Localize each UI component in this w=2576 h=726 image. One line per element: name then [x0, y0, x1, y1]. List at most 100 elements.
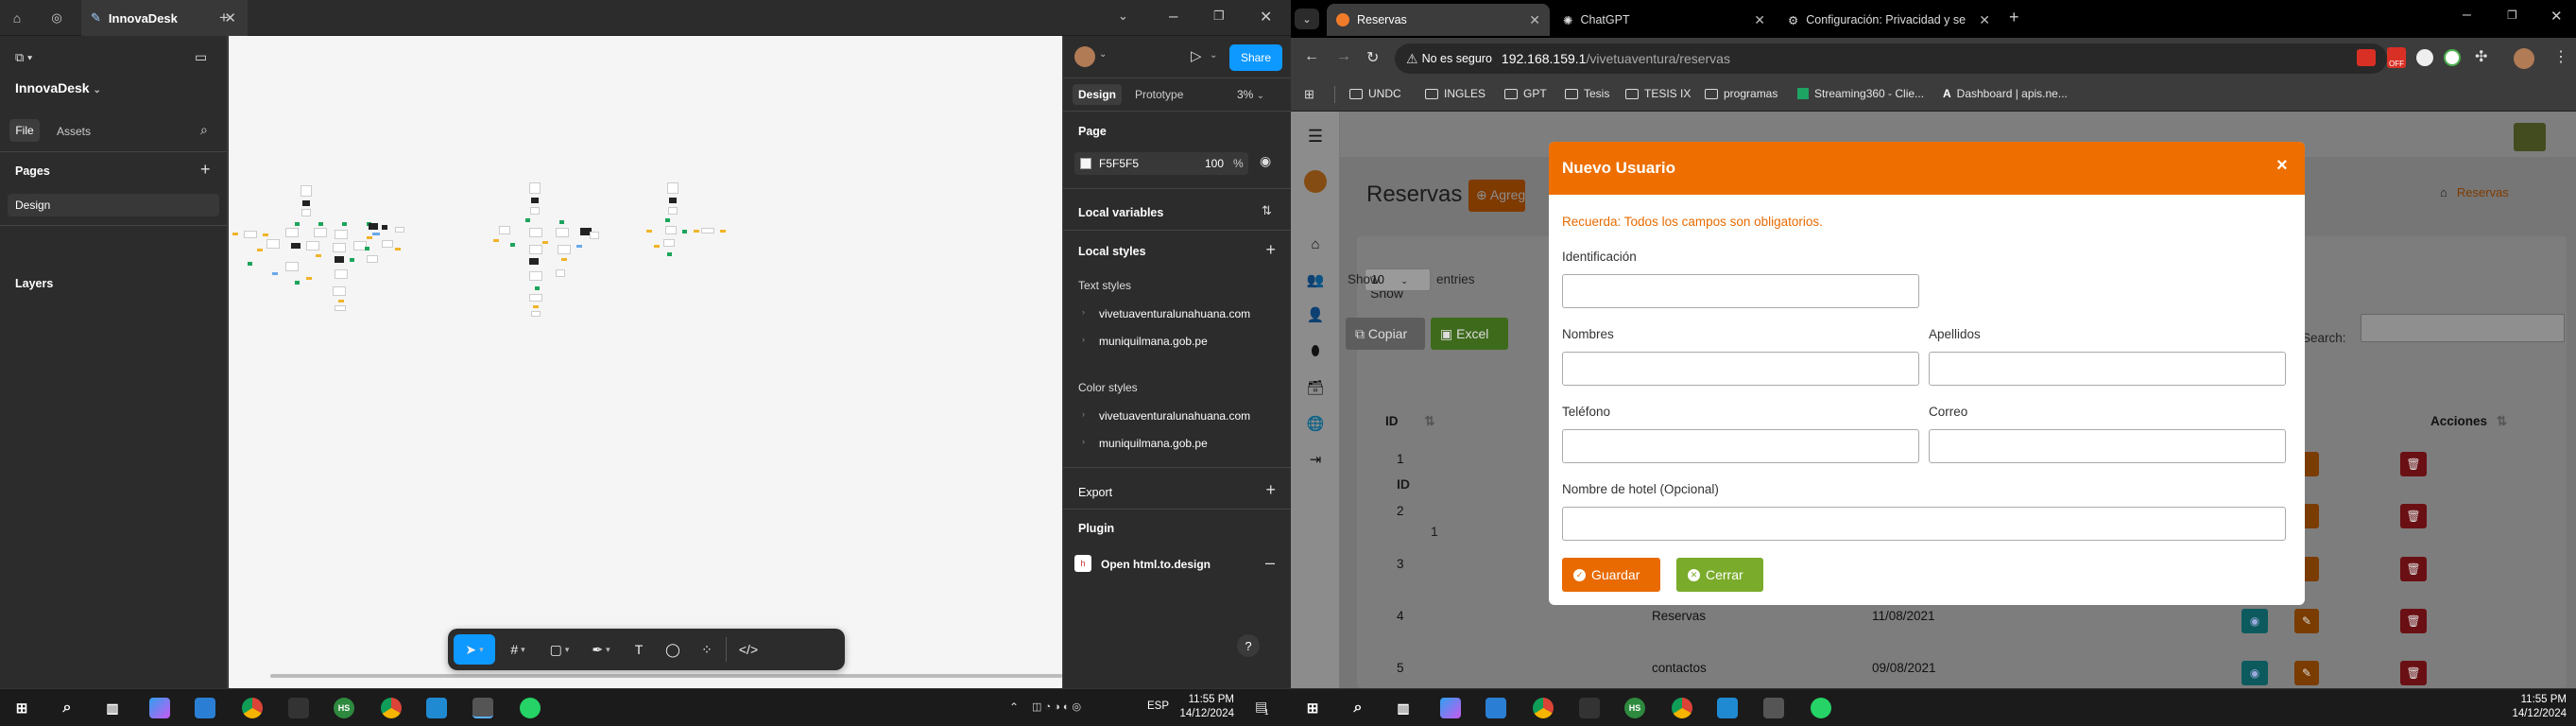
minus-icon[interactable]: –	[1265, 553, 1275, 573]
view-icon[interactable]: ◉	[2241, 609, 2268, 633]
add-page-icon[interactable]: +	[200, 160, 211, 180]
vscode-icon[interactable]	[1717, 698, 1738, 718]
tray-chevron-icon[interactable]: ⌃	[1009, 700, 1019, 714]
extension-off-icon[interactable]: OFF	[2387, 47, 2406, 68]
task-view-icon[interactable]: ▥	[1393, 698, 1414, 718]
variables-settings-icon[interactable]: ⇅	[1262, 203, 1272, 218]
chrome-icon[interactable]	[1533, 698, 1554, 718]
app-hs-icon[interactable]: HS	[1624, 698, 1645, 718]
tab-chatgpt[interactable]: ✺ ChatGPT ✕	[1554, 4, 1775, 36]
comment-tool[interactable]: ◯	[658, 634, 688, 665]
chevron-right-icon[interactable]: ›	[1082, 307, 1085, 317]
extension-icon[interactable]	[2416, 49, 2433, 66]
minimize-icon[interactable]: –	[1169, 7, 1177, 26]
telefono-input[interactable]	[1562, 429, 1919, 463]
chevron-down-icon[interactable]: ⌄	[1099, 49, 1107, 60]
bookmark-tesis[interactable]: Tesis	[1565, 87, 1609, 100]
figma-icon[interactable]	[1763, 698, 1784, 718]
frame-group-1b[interactable]	[365, 223, 452, 289]
reload-icon[interactable]: ↻	[1366, 48, 1379, 67]
chevron-down-icon[interactable]: ⌄	[1210, 50, 1217, 60]
search-input[interactable]	[2361, 314, 2565, 342]
windows-start-icon[interactable]: ⊞	[11, 698, 32, 718]
bookmark-streaming360[interactable]: Streaming360 - Clie...	[1797, 87, 1924, 100]
shape-tool[interactable]: ▢ ▾	[541, 634, 578, 665]
more-menu-icon[interactable]: ⋮	[2553, 47, 2568, 66]
figma-canvas[interactable]	[229, 36, 1062, 688]
page-color-hex[interactable]: F5F5F5	[1099, 157, 1139, 170]
vscode-icon[interactable]	[426, 698, 447, 718]
resources-tool[interactable]: ⁘	[692, 634, 722, 665]
copy-button[interactable]: ⧉ Copiar	[1346, 318, 1425, 350]
tab-prototype[interactable]: Prototype	[1135, 88, 1183, 101]
task-view-icon[interactable]: ▥	[102, 698, 123, 718]
apellidos-input[interactable]	[1929, 352, 2286, 386]
plugin-item[interactable]: Open html.to.design	[1101, 558, 1211, 571]
avatar[interactable]	[1074, 46, 1095, 67]
trash-icon[interactable]: 🗑	[2400, 452, 2427, 476]
help-button[interactable]: ?	[1237, 634, 1260, 657]
tray-icons[interactable]: ◫ ◔ ◑ ◐ ◎	[1032, 700, 1081, 713]
correo-input[interactable]	[1929, 429, 2286, 463]
figma-menu-icon[interactable]: ⧉ ▾	[15, 50, 32, 65]
edit-icon[interactable]: ✎	[2294, 661, 2319, 685]
pen-tool[interactable]: ✒ ▾	[582, 634, 620, 665]
tab-design[interactable]: Design	[1073, 84, 1123, 105]
chrome-icon[interactable]	[1672, 698, 1692, 718]
sidebar-toggle-icon[interactable]: ▭	[195, 49, 207, 65]
tab-assets[interactable]: Assets	[57, 125, 91, 138]
search-icon[interactable]: ⌕	[200, 122, 208, 138]
chevron-down-icon[interactable]: ⌄	[1118, 9, 1128, 24]
extension-icon[interactable]	[2357, 49, 2376, 66]
whatsapp-icon[interactable]	[1811, 698, 1831, 718]
frame-group-2[interactable]	[486, 182, 618, 317]
security-label[interactable]: No es seguro	[1422, 52, 1492, 65]
clock[interactable]: 11:55 PM 14/12/2024	[1177, 693, 1234, 721]
copilot-icon[interactable]	[149, 698, 170, 718]
local-variables[interactable]: Local variables	[1078, 206, 1163, 219]
forward-icon[interactable]: →	[1336, 48, 1351, 65]
text-style-item[interactable]: muniquilmana.gob.pe	[1099, 335, 1208, 348]
guardar-button[interactable]: ✓ Guardar	[1562, 558, 1660, 592]
windows-start-icon[interactable]: ⊞	[1302, 698, 1323, 718]
minimize-icon[interactable]: –	[2463, 7, 2471, 24]
chevron-right-icon[interactable]: ›	[1082, 409, 1085, 419]
search-icon[interactable]: ⌕	[57, 698, 77, 718]
identificacion-input[interactable]	[1562, 274, 1919, 308]
home-icon[interactable]: ⌂	[9, 10, 25, 26]
store-icon[interactable]	[195, 698, 215, 718]
tab-file[interactable]: File	[9, 119, 40, 142]
color-swatch[interactable]	[1080, 158, 1091, 169]
store-icon[interactable]	[1485, 698, 1506, 718]
maximize-icon[interactable]: ❐	[2507, 9, 2517, 22]
chrome-icon[interactable]	[381, 698, 402, 718]
new-tab-icon[interactable]: +	[2009, 8, 2019, 27]
text-tool[interactable]: T	[624, 634, 654, 665]
move-tool[interactable]: ➤ ▾	[454, 634, 495, 665]
file-name[interactable]: InnovaDesk ⌄	[15, 80, 101, 95]
maximize-icon[interactable]: ❐	[1213, 9, 1225, 24]
present-icon[interactable]: ▷	[1191, 47, 1202, 64]
modal-close-icon[interactable]: ×	[2276, 155, 2288, 177]
search-icon[interactable]: ⌕	[1348, 698, 1368, 718]
trash-icon[interactable]: 🗑	[2400, 609, 2427, 633]
figma-icon[interactable]	[472, 698, 493, 718]
bookmark-programas[interactable]: programas	[1705, 87, 1777, 100]
column-header-acciones[interactable]: Acciones ⇅	[2430, 414, 2507, 429]
whatsapp-icon[interactable]	[520, 698, 541, 718]
bookmark-gpt[interactable]: GPT	[1504, 87, 1547, 100]
eye-icon[interactable]: ◉	[1260, 153, 1271, 169]
app-hs-icon[interactable]: HS	[334, 698, 354, 718]
nombres-input[interactable]	[1562, 352, 1919, 386]
extensions-puzzle-icon[interactable]: ✣	[2475, 47, 2487, 66]
clock[interactable]: 11:55 PM 14/12/2024	[2510, 693, 2567, 721]
tab-search-icon[interactable]: ⌄	[1295, 9, 1319, 29]
excel-button[interactable]: ▣ Excel	[1431, 318, 1508, 350]
add-export-icon[interactable]: +	[1265, 481, 1276, 498]
bookmark-dashboard[interactable]: A Dashboard | apis.ne...	[1943, 87, 2068, 100]
trash-icon[interactable]: 🗑	[2400, 557, 2427, 581]
view-icon[interactable]: ◉	[2241, 661, 2268, 685]
zoom-level[interactable]: 3% ⌄	[1237, 88, 1264, 101]
frame-group-3[interactable]	[644, 182, 758, 268]
cerrar-button[interactable]: ✕ Cerrar	[1676, 558, 1763, 592]
